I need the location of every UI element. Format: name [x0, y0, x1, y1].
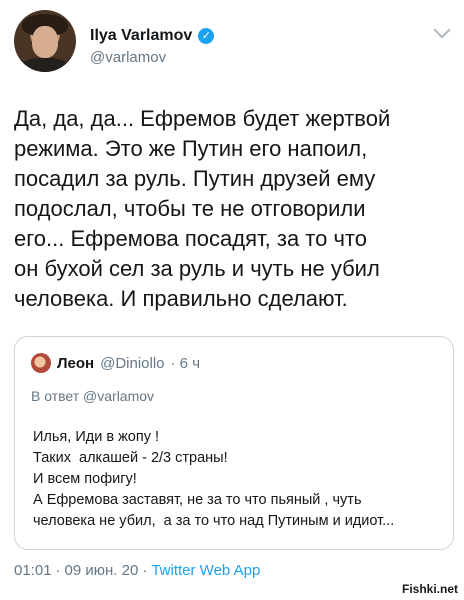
verified-badge-icon: ✓: [198, 28, 215, 44]
author-name[interactable]: Ilya Varlamov: [90, 27, 192, 45]
avatar-shirt: [22, 58, 68, 72]
chevron-down-icon[interactable]: [433, 21, 451, 39]
avatar-face: [32, 26, 58, 58]
tweet-text: Да, да, да... Ефремов будет жертвой режи…: [14, 106, 391, 311]
author-avatar[interactable]: [14, 10, 76, 72]
quoted-line: Таких алкашей - 2/3 страны!: [33, 450, 228, 466]
reply-to-prefix: В ответ: [31, 388, 80, 404]
quoted-line: человека не убил, а за то что над Путины…: [33, 513, 395, 529]
quoted-line: А Ефремова заставят, не за то что пьяный…: [33, 492, 362, 508]
reply-to-handle[interactable]: @varlamov: [83, 388, 154, 404]
author-name-row: Ilya Varlamov ✓: [90, 27, 215, 45]
quoted-author-name: Леон: [57, 354, 95, 372]
footer-separator: ·: [55, 562, 61, 579]
quoted-line: Илья, Иди в жопу !: [33, 429, 160, 445]
tweet-source-app[interactable]: Twitter Web App: [151, 562, 260, 579]
tweet-date[interactable]: 09 июн. 20: [65, 562, 139, 579]
tweet-time[interactable]: 01:01: [14, 562, 52, 579]
quoted-tweet[interactable]: Леон @Diniollo · 6 ч В ответ @varlamov И…: [14, 336, 454, 550]
quoted-tweet-text: Илья, Иди в жопу ! Таких алкашей - 2/3 с…: [33, 427, 443, 532]
quoted-author-avatar: [31, 353, 51, 373]
author-handle[interactable]: @varlamov: [90, 49, 166, 66]
quoted-tweet-header: Леон @Diniollo · 6 ч: [31, 353, 200, 373]
quoted-time: · 6 ч: [170, 354, 201, 372]
footer-separator: ·: [142, 562, 148, 579]
watermark-logo: Fishki.net: [397, 580, 462, 598]
reply-to-line: В ответ @varlamov: [31, 388, 154, 404]
tweet-footer: 01:01 · 09 июн. 20 · Twitter Web App: [14, 562, 260, 579]
quoted-line: И всем пофигу!: [33, 471, 137, 487]
tweet-header: Ilya Varlamov ✓ @varlamov: [14, 10, 454, 76]
quoted-author-handle: @Diniollo: [100, 354, 165, 372]
